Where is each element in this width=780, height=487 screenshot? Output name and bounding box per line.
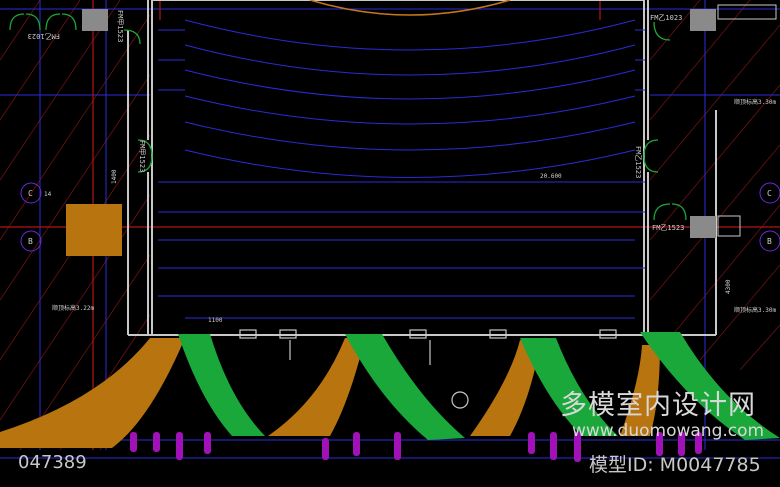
column-top-right	[690, 9, 716, 31]
dimension-entrance: 1100	[208, 317, 223, 324]
orange-column-block	[66, 204, 122, 256]
door-tag-top-left: FM乙1023	[28, 32, 60, 40]
door-tag-left-mid: FM甲1523	[138, 140, 146, 172]
dimension-right: 4300	[725, 279, 732, 294]
note-ceiling-left: 顺顶标高3.22m	[52, 304, 94, 312]
watermark-brand: 多模室内设计网	[560, 390, 756, 421]
note-ceiling-right-top: 顺顶标高3.30m	[734, 98, 776, 106]
door-tag-right-lower: FM乙1523	[652, 224, 684, 232]
column-top-left	[82, 9, 108, 31]
door-tag-right-mid: FM乙1523	[634, 146, 642, 178]
grid-bubble-label-1: C	[28, 189, 33, 198]
grid-bubble-label-2: B	[28, 237, 33, 246]
level-mark: 20.600	[540, 173, 562, 180]
grid-bubble-label-4: B	[767, 237, 772, 246]
door-tag-top-center-left: FM甲1523	[116, 10, 124, 42]
dimension-vertical-left: 1400	[111, 169, 118, 184]
watermark-id-left: 047389	[18, 452, 87, 473]
watermark-id-right: 模型ID: M0047785	[589, 454, 761, 476]
dimension-small: 14	[44, 191, 52, 198]
watermark-url: www.duomowang.com	[572, 421, 765, 441]
door-tag-top-right: FM乙1023	[650, 14, 682, 22]
column-mid-right	[690, 216, 716, 238]
note-ceiling-right-low: 顺顶标高3.30m	[734, 306, 776, 314]
grid-bubble-label-3: C	[767, 189, 772, 198]
